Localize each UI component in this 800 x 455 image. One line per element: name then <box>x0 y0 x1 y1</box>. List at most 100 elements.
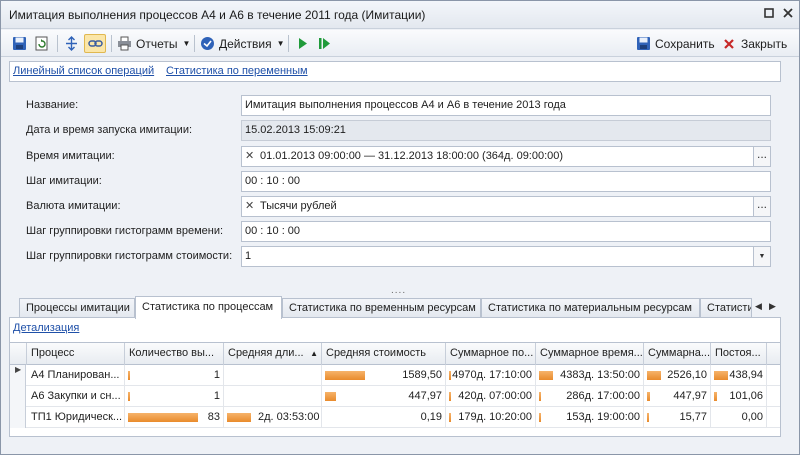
column-header[interactable]: Процесс <box>27 343 125 365</box>
refresh-doc-icon[interactable] <box>33 34 49 53</box>
ellipsis-button[interactable]: ... <box>753 197 770 216</box>
name-label: Название: <box>26 99 79 111</box>
toolbar-separator <box>194 35 195 52</box>
cost-hist-field[interactable]: 1 ▼ <box>241 246 771 267</box>
toolbar: Отчеты ▼ Действия ▼ Сохранить Закрыть <box>1 30 799 57</box>
start-time-label: Дата и время запуска имитации: <box>26 124 193 136</box>
tab-more[interactable]: Статисти <box>700 298 752 319</box>
cell-value: 438,94 <box>729 369 763 381</box>
table-row[interactable]: А6 Закупки и сн... 1 447,97 420д. 07:00:00 2… <box>10 386 780 407</box>
table-cell[interactable]: 438,94 <box>711 365 767 386</box>
table-cell[interactable]: А4 Планирован... <box>27 365 125 386</box>
table-cell[interactable]: А6 Закупки и сн... <box>27 386 125 407</box>
column-header[interactable]: Суммарна... <box>644 343 711 365</box>
currency-field[interactable]: ✕ Тысячи рублей ... <box>241 196 771 217</box>
cell-value: 4970д. 17:10:00 <box>452 369 532 381</box>
save-disk-icon[interactable] <box>11 34 27 53</box>
column-header[interactable]: Количество вы... <box>125 343 224 365</box>
column-header[interactable]: Суммарное время... <box>536 343 644 365</box>
tab-process-stats[interactable]: Статистика по процессам <box>135 296 282 319</box>
column-header[interactable]: Средняя стоимость <box>322 343 446 365</box>
pin-icon[interactable] <box>761 6 777 22</box>
current-row-icon: ▶ <box>15 365 22 374</box>
table-cell[interactable]: 0,19 <box>322 407 446 428</box>
column-header[interactable]: Постоя... <box>711 343 767 365</box>
row-indicator: ▶ <box>10 365 26 386</box>
table-cell[interactable]: 286д. 17:00:00 <box>536 386 644 407</box>
tab-page: Детализация Процесс Количество вы... Сре… <box>9 317 781 437</box>
cell-value: 286д. 17:00:00 <box>566 390 640 402</box>
table-cell[interactable]: 447,97 <box>644 386 711 407</box>
arrows-icon[interactable] <box>63 34 79 53</box>
table-cell[interactable]: 83 <box>125 407 224 428</box>
operations-list-link[interactable]: Линейный список операций <box>13 65 154 77</box>
table-cell[interactable] <box>224 386 322 407</box>
table-cell[interactable]: 0,00 <box>711 407 767 428</box>
step-field[interactable]: 00 : 10 : 00 <box>241 171 771 192</box>
cell-value: 101,06 <box>729 390 763 402</box>
splitter-grip[interactable]: .... <box>391 285 406 296</box>
name-field[interactable]: Имитация выполнения процессов А4 и А6 в … <box>241 95 771 116</box>
chevron-down-icon[interactable]: ▼ <box>753 247 770 266</box>
table-cell[interactable]: 447,97 <box>322 386 446 407</box>
table-cell[interactable]: 420д. 07:00:00 <box>446 386 536 407</box>
column-header-sorted[interactable]: Средняя дли... ▲ <box>224 343 322 365</box>
value-bar <box>449 413 451 422</box>
clear-icon[interactable]: ✕ <box>245 197 257 216</box>
table-cell[interactable]: 1 <box>125 365 224 386</box>
row-indicator <box>10 386 26 407</box>
value-bar <box>714 371 728 380</box>
close-button[interactable]: Закрыть <box>721 34 787 53</box>
value-bar <box>227 413 251 422</box>
table-row[interactable]: ТП1 Юридическ... 83 2д. 03:53:00 0,19 179д. … <box>10 407 780 428</box>
step-label: Шаг имитации: <box>26 175 102 187</box>
table-row[interactable]: ▶ А4 Планирован... 1 1589,50 4970д. 17:10:00… <box>10 365 780 386</box>
tab-material-resources[interactable]: Статистика по материальным ресурсам <box>481 298 700 319</box>
link-toggle-button[interactable] <box>84 34 106 53</box>
table-cell[interactable]: 2526,10 <box>644 365 711 386</box>
details-link[interactable]: Детализация <box>13 322 79 334</box>
tab-scroll-right-icon[interactable]: ▶ <box>769 301 776 312</box>
main-panel: Линейный список операций Статистика по п… <box>9 61 781 437</box>
chain-link-icon <box>87 36 103 52</box>
start-time-field: 15.02.2013 15:09:21 <box>241 120 771 141</box>
table-cell[interactable]: 179д. 10:20:00 <box>446 407 536 428</box>
value-bar <box>128 371 130 380</box>
table-cell[interactable]: 1 <box>125 386 224 407</box>
column-header[interactable]: Суммарное по... <box>446 343 536 365</box>
time-hist-field[interactable]: 00 : 10 : 00 <box>241 221 771 242</box>
cell-value: 83 <box>207 411 220 423</box>
variable-stats-link[interactable]: Статистика по переменным <box>166 65 308 77</box>
table-cell[interactable]: ТП1 Юридическ... <box>27 407 125 428</box>
chevron-down-icon: ▼ <box>182 39 191 48</box>
table-cell[interactable]: 1589,50 <box>322 365 446 386</box>
cost-hist-label: Шаг группировки гистограмм стоимости: <box>26 250 233 262</box>
run-step-button[interactable] <box>316 34 332 53</box>
table-cell[interactable]: 2д. 03:53:00 <box>224 407 322 428</box>
reports-menu-button[interactable]: Отчеты ▼ <box>116 34 190 53</box>
cell-value: ТП1 Юридическ... <box>31 411 123 423</box>
table-cell[interactable]: 4970д. 17:10:00 <box>446 365 536 386</box>
actions-menu-button[interactable]: Действия ▼ <box>199 34 285 53</box>
link-bar: Линейный список операций Статистика по п… <box>9 61 781 82</box>
ellipsis-button[interactable]: ... <box>753 147 770 166</box>
table-cell[interactable] <box>224 365 322 386</box>
save-button[interactable]: Сохранить <box>635 34 715 53</box>
table-cell[interactable]: 153д. 19:00:00 <box>536 407 644 428</box>
cell-value: 4383д. 13:50:00 <box>560 369 640 381</box>
cell-value: 179д. 10:20:00 <box>458 411 532 423</box>
play-icon <box>294 36 310 52</box>
tab-time-resources[interactable]: Статистика по временным ресурсам <box>282 298 481 319</box>
clear-icon[interactable]: ✕ <box>245 147 257 166</box>
tab-simulation-processes[interactable]: Процессы имитации <box>19 298 135 319</box>
close-icon[interactable] <box>780 6 796 22</box>
value-bar <box>128 392 130 401</box>
table-cell[interactable]: 4383д. 13:50:00 <box>536 365 644 386</box>
table-cell[interactable]: 15,77 <box>644 407 711 428</box>
process-stats-grid: Процесс Количество вы... Средняя дли... … <box>10 342 780 430</box>
cell-value: 447,97 <box>673 390 707 402</box>
period-field[interactable]: ✕ 01.01.2013 09:00:00 — 31.12.2013 18:00:… <box>241 146 771 167</box>
tab-scroll-left-icon[interactable]: ◀ <box>755 301 762 312</box>
table-cell[interactable]: 101,06 <box>711 386 767 407</box>
run-button[interactable] <box>294 34 310 53</box>
